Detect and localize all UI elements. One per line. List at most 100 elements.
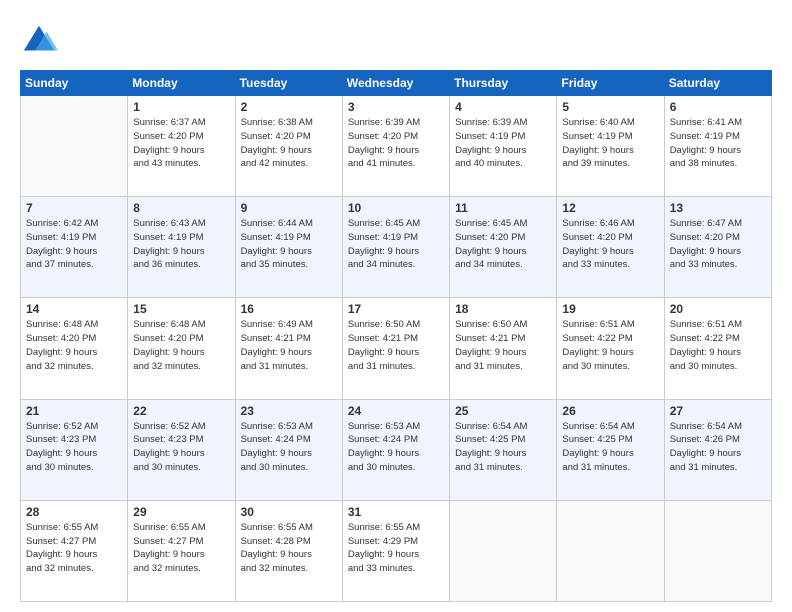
day-number: 7	[26, 201, 122, 215]
day-number: 27	[670, 404, 766, 418]
cell-daylight-info: Sunrise: 6:51 AM Sunset: 4:22 PM Dayligh…	[562, 318, 658, 373]
weekday-header-sunday: Sunday	[21, 71, 128, 96]
calendar-cell: 9Sunrise: 6:44 AM Sunset: 4:19 PM Daylig…	[235, 197, 342, 298]
cell-daylight-info: Sunrise: 6:55 AM Sunset: 4:28 PM Dayligh…	[241, 521, 337, 576]
cell-daylight-info: Sunrise: 6:52 AM Sunset: 4:23 PM Dayligh…	[133, 420, 229, 475]
day-number: 28	[26, 505, 122, 519]
calendar-cell: 1 Sunrise: 6:37 AM Sunset: 4:20 PM Daylig…	[128, 96, 235, 197]
cell-daylight-info: Sunrise: 6:45 AM Sunset: 4:19 PM Dayligh…	[348, 217, 444, 272]
calendar-cell	[557, 500, 664, 601]
calendar-cell: 18 Sunrise: 6:50 AM Sunset: 4:21 PM Dayli…	[450, 298, 557, 399]
cell-daylight-info: Sunrise: 6:48 AM Sunset: 4:20 PM Dayligh…	[26, 318, 122, 373]
calendar-cell: 29Sunrise: 6:55 AM Sunset: 4:27 PM Dayli…	[128, 500, 235, 601]
day-number: 31	[348, 505, 444, 519]
day-number: 3	[348, 100, 444, 114]
day-number: 4	[455, 100, 551, 114]
day-number: 10	[348, 201, 444, 215]
calendar-cell: 26 Sunrise: 6:54 AM Sunset: 4:25 PM Dayli…	[557, 399, 664, 500]
logo-icon	[20, 22, 58, 60]
calendar-cell: 24Sunrise: 6:53 AM Sunset: 4:24 PM Dayli…	[342, 399, 449, 500]
day-number: 21	[26, 404, 122, 418]
cell-daylight-info: Sunrise: 6:55 AM Sunset: 4:27 PM Dayligh…	[26, 521, 122, 576]
day-number: 13	[670, 201, 766, 215]
day-number: 25	[455, 404, 551, 418]
calendar-cell: 15 Sunrise: 6:48 AM Sunset: 4:20 PM Dayli…	[128, 298, 235, 399]
calendar-cell: 25 Sunrise: 6:54 AM Sunset: 4:25 PM Dayli…	[450, 399, 557, 500]
calendar-cell: 3Sunrise: 6:39 AM Sunset: 4:20 PM Daylig…	[342, 96, 449, 197]
calendar-week-row: 14 Sunrise: 6:48 AM Sunset: 4:20 PM Dayli…	[21, 298, 772, 399]
calendar-table: SundayMondayTuesdayWednesdayThursdayFrid…	[20, 70, 772, 602]
cell-daylight-info: Sunrise: 6:49 AM Sunset: 4:21 PM Dayligh…	[241, 318, 337, 373]
day-number: 20	[670, 302, 766, 316]
cell-daylight-info: Sunrise: 6:50 AM Sunset: 4:21 PM Dayligh…	[455, 318, 551, 373]
calendar-cell	[21, 96, 128, 197]
cell-daylight-info: Sunrise: 6:37 AM Sunset: 4:20 PM Dayligh…	[133, 116, 229, 171]
cell-daylight-info: Sunrise: 6:46 AM Sunset: 4:20 PM Dayligh…	[562, 217, 658, 272]
day-number: 16	[241, 302, 337, 316]
calendar-week-row: 1 Sunrise: 6:37 AM Sunset: 4:20 PM Daylig…	[21, 96, 772, 197]
calendar-cell: 5 Sunrise: 6:40 AM Sunset: 4:19 PM Daylig…	[557, 96, 664, 197]
calendar-cell: 14 Sunrise: 6:48 AM Sunset: 4:20 PM Dayli…	[21, 298, 128, 399]
cell-daylight-info: Sunrise: 6:38 AM Sunset: 4:20 PM Dayligh…	[241, 116, 337, 171]
day-number: 1	[133, 100, 229, 114]
cell-daylight-info: Sunrise: 6:43 AM Sunset: 4:19 PM Dayligh…	[133, 217, 229, 272]
calendar-cell: 27 Sunrise: 6:54 AM Sunset: 4:26 PM Dayli…	[664, 399, 771, 500]
day-number: 22	[133, 404, 229, 418]
cell-daylight-info: Sunrise: 6:52 AM Sunset: 4:23 PM Dayligh…	[26, 420, 122, 475]
page: SundayMondayTuesdayWednesdayThursdayFrid…	[0, 0, 792, 612]
cell-daylight-info: Sunrise: 6:42 AM Sunset: 4:19 PM Dayligh…	[26, 217, 122, 272]
cell-daylight-info: Sunrise: 6:45 AM Sunset: 4:20 PM Dayligh…	[455, 217, 551, 272]
day-number: 29	[133, 505, 229, 519]
day-number: 23	[241, 404, 337, 418]
calendar-cell: 22 Sunrise: 6:52 AM Sunset: 4:23 PM Dayli…	[128, 399, 235, 500]
cell-daylight-info: Sunrise: 6:40 AM Sunset: 4:19 PM Dayligh…	[562, 116, 658, 171]
calendar-cell: 20 Sunrise: 6:51 AM Sunset: 4:22 PM Dayli…	[664, 298, 771, 399]
cell-daylight-info: Sunrise: 6:47 AM Sunset: 4:20 PM Dayligh…	[670, 217, 766, 272]
day-number: 30	[241, 505, 337, 519]
header	[20, 18, 772, 60]
cell-daylight-info: Sunrise: 6:51 AM Sunset: 4:22 PM Dayligh…	[670, 318, 766, 373]
day-number: 5	[562, 100, 658, 114]
calendar-cell: 23 Sunrise: 6:53 AM Sunset: 4:24 PM Dayli…	[235, 399, 342, 500]
calendar-cell: 7 Sunrise: 6:42 AM Sunset: 4:19 PM Daylig…	[21, 197, 128, 298]
calendar-cell	[664, 500, 771, 601]
calendar-cell: 12 Sunrise: 6:46 AM Sunset: 4:20 PM Dayli…	[557, 197, 664, 298]
day-number: 8	[133, 201, 229, 215]
day-number: 15	[133, 302, 229, 316]
day-number: 12	[562, 201, 658, 215]
calendar-week-row: 7 Sunrise: 6:42 AM Sunset: 4:19 PM Daylig…	[21, 197, 772, 298]
calendar-cell: 13 Sunrise: 6:47 AM Sunset: 4:20 PM Dayli…	[664, 197, 771, 298]
calendar-week-row: 21 Sunrise: 6:52 AM Sunset: 4:23 PM Dayli…	[21, 399, 772, 500]
calendar-header-row: SundayMondayTuesdayWednesdayThursdayFrid…	[21, 71, 772, 96]
cell-daylight-info: Sunrise: 6:44 AM Sunset: 4:19 PM Dayligh…	[241, 217, 337, 272]
calendar-cell	[450, 500, 557, 601]
calendar-cell: 11 Sunrise: 6:45 AM Sunset: 4:20 PM Dayli…	[450, 197, 557, 298]
weekday-header-friday: Friday	[557, 71, 664, 96]
cell-daylight-info: Sunrise: 6:54 AM Sunset: 4:25 PM Dayligh…	[455, 420, 551, 475]
cell-daylight-info: Sunrise: 6:54 AM Sunset: 4:25 PM Dayligh…	[562, 420, 658, 475]
cell-daylight-info: Sunrise: 6:39 AM Sunset: 4:19 PM Dayligh…	[455, 116, 551, 171]
cell-daylight-info: Sunrise: 6:41 AM Sunset: 4:19 PM Dayligh…	[670, 116, 766, 171]
cell-daylight-info: Sunrise: 6:50 AM Sunset: 4:21 PM Dayligh…	[348, 318, 444, 373]
cell-daylight-info: Sunrise: 6:53 AM Sunset: 4:24 PM Dayligh…	[241, 420, 337, 475]
weekday-header-saturday: Saturday	[664, 71, 771, 96]
weekday-header-wednesday: Wednesday	[342, 71, 449, 96]
calendar-cell: 6 Sunrise: 6:41 AM Sunset: 4:19 PM Daylig…	[664, 96, 771, 197]
day-number: 18	[455, 302, 551, 316]
weekday-header-monday: Monday	[128, 71, 235, 96]
day-number: 19	[562, 302, 658, 316]
day-number: 14	[26, 302, 122, 316]
weekday-header-thursday: Thursday	[450, 71, 557, 96]
cell-daylight-info: Sunrise: 6:53 AM Sunset: 4:24 PM Dayligh…	[348, 420, 444, 475]
day-number: 26	[562, 404, 658, 418]
calendar-cell: 2Sunrise: 6:38 AM Sunset: 4:20 PM Daylig…	[235, 96, 342, 197]
calendar-week-row: 28 Sunrise: 6:55 AM Sunset: 4:27 PM Dayli…	[21, 500, 772, 601]
day-number: 11	[455, 201, 551, 215]
cell-daylight-info: Sunrise: 6:48 AM Sunset: 4:20 PM Dayligh…	[133, 318, 229, 373]
calendar-cell: 28 Sunrise: 6:55 AM Sunset: 4:27 PM Dayli…	[21, 500, 128, 601]
calendar-cell: 31Sunrise: 6:55 AM Sunset: 4:29 PM Dayli…	[342, 500, 449, 601]
day-number: 6	[670, 100, 766, 114]
day-number: 17	[348, 302, 444, 316]
logo	[20, 22, 62, 60]
cell-daylight-info: Sunrise: 6:54 AM Sunset: 4:26 PM Dayligh…	[670, 420, 766, 475]
